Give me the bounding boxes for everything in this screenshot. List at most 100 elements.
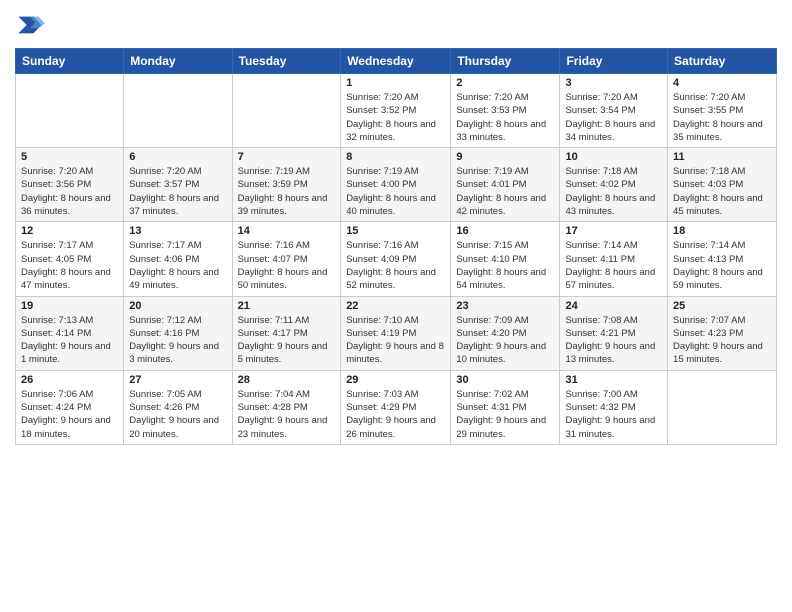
logo: [15, 10, 49, 40]
day-number: 7: [238, 151, 336, 163]
day-info: Sunrise: 7:20 AM Sunset: 3:54 PM Dayligh…: [565, 91, 662, 144]
day-number: 11: [673, 151, 771, 163]
day-number: 16: [456, 225, 554, 237]
day-cell: 18 Sunrise: 7:14 AM Sunset: 4:13 PM Dayli…: [668, 222, 777, 296]
day-info: Sunrise: 7:20 AM Sunset: 3:53 PM Dayligh…: [456, 91, 554, 144]
day-number: 8: [346, 151, 445, 163]
page: SundayMondayTuesdayWednesdayThursdayFrid…: [0, 0, 792, 612]
week-row-5: 26 Sunrise: 7:06 AM Sunset: 4:24 PM Dayli…: [16, 370, 777, 444]
day-info: Sunrise: 7:13 AM Sunset: 4:14 PM Dayligh…: [21, 314, 118, 367]
day-cell: 6 Sunrise: 7:20 AM Sunset: 3:57 PM Daylig…: [124, 148, 232, 222]
day-cell: 3 Sunrise: 7:20 AM Sunset: 3:54 PM Daylig…: [560, 74, 668, 148]
day-info: Sunrise: 7:16 AM Sunset: 4:07 PM Dayligh…: [238, 239, 336, 292]
day-number: 14: [238, 225, 336, 237]
day-info: Sunrise: 7:19 AM Sunset: 4:00 PM Dayligh…: [346, 165, 445, 218]
day-cell: 31 Sunrise: 7:00 AM Sunset: 4:32 PM Dayli…: [560, 370, 668, 444]
day-number: 28: [238, 374, 336, 386]
day-cell: 9Sunrise: 7:19 AM Sunset: 4:01 PM Daylig…: [451, 148, 560, 222]
day-cell: 24Sunrise: 7:08 AM Sunset: 4:21 PM Dayli…: [560, 296, 668, 370]
day-info: Sunrise: 7:18 AM Sunset: 4:02 PM Dayligh…: [565, 165, 662, 218]
day-number: 22: [346, 300, 445, 312]
day-number: 15: [346, 225, 445, 237]
day-info: Sunrise: 7:15 AM Sunset: 4:10 PM Dayligh…: [456, 239, 554, 292]
day-number: 20: [129, 300, 226, 312]
day-info: Sunrise: 7:17 AM Sunset: 4:06 PM Dayligh…: [129, 239, 226, 292]
day-info: Sunrise: 7:05 AM Sunset: 4:26 PM Dayligh…: [129, 388, 226, 441]
day-cell: 17 Sunrise: 7:14 AM Sunset: 4:11 PM Dayli…: [560, 222, 668, 296]
day-info: Sunrise: 7:20 AM Sunset: 3:55 PM Dayligh…: [673, 91, 771, 144]
day-cell: 22 Sunrise: 7:10 AM Sunset: 4:19 PM Dayli…: [341, 296, 451, 370]
weekday-tuesday: Tuesday: [232, 49, 341, 74]
day-cell: 16 Sunrise: 7:15 AM Sunset: 4:10 PM Dayli…: [451, 222, 560, 296]
day-number: 26: [21, 374, 118, 386]
header: [15, 10, 777, 40]
day-number: 18: [673, 225, 771, 237]
day-cell: 7 Sunrise: 7:19 AM Sunset: 3:59 PM Daylig…: [232, 148, 341, 222]
day-info: Sunrise: 7:02 AM Sunset: 4:31 PM Dayligh…: [456, 388, 554, 441]
day-info: Sunrise: 7:14 AM Sunset: 4:11 PM Dayligh…: [565, 239, 662, 292]
day-cell: 15 Sunrise: 7:16 AM Sunset: 4:09 PM Dayli…: [341, 222, 451, 296]
day-cell: 20 Sunrise: 7:12 AM Sunset: 4:16 PM Dayli…: [124, 296, 232, 370]
day-cell: 25 Sunrise: 7:07 AM Sunset: 4:23 PM Dayli…: [668, 296, 777, 370]
weekday-header-row: SundayMondayTuesdayWednesdayThursdayFrid…: [16, 49, 777, 74]
day-number: 6: [129, 151, 226, 163]
day-cell: [124, 74, 232, 148]
day-number: 19: [21, 300, 118, 312]
day-number: 25: [673, 300, 771, 312]
day-number: 3: [565, 77, 662, 89]
day-cell: 11 Sunrise: 7:18 AM Sunset: 4:03 PM Dayli…: [668, 148, 777, 222]
day-number: 29: [346, 374, 445, 386]
day-info: Sunrise: 7:07 AM Sunset: 4:23 PM Dayligh…: [673, 314, 771, 367]
week-row-3: 12Sunrise: 7:17 AM Sunset: 4:05 PM Dayli…: [16, 222, 777, 296]
day-info: Sunrise: 7:10 AM Sunset: 4:19 PM Dayligh…: [346, 314, 445, 367]
day-cell: [232, 74, 341, 148]
day-info: Sunrise: 7:00 AM Sunset: 4:32 PM Dayligh…: [565, 388, 662, 441]
weekday-wednesday: Wednesday: [341, 49, 451, 74]
day-info: Sunrise: 7:09 AM Sunset: 4:20 PM Dayligh…: [456, 314, 554, 367]
day-cell: 5 Sunrise: 7:20 AM Sunset: 3:56 PM Daylig…: [16, 148, 124, 222]
day-number: 31: [565, 374, 662, 386]
day-info: Sunrise: 7:14 AM Sunset: 4:13 PM Dayligh…: [673, 239, 771, 292]
day-cell: 1Sunrise: 7:20 AM Sunset: 3:52 PM Daylig…: [341, 74, 451, 148]
day-cell: 21 Sunrise: 7:11 AM Sunset: 4:17 PM Dayli…: [232, 296, 341, 370]
day-info: Sunrise: 7:19 AM Sunset: 4:01 PM Dayligh…: [456, 165, 554, 218]
weekday-saturday: Saturday: [668, 49, 777, 74]
day-cell: 29 Sunrise: 7:03 AM Sunset: 4:29 PM Dayli…: [341, 370, 451, 444]
day-number: 27: [129, 374, 226, 386]
day-number: 21: [238, 300, 336, 312]
day-info: Sunrise: 7:06 AM Sunset: 4:24 PM Dayligh…: [21, 388, 118, 441]
day-info: Sunrise: 7:11 AM Sunset: 4:17 PM Dayligh…: [238, 314, 336, 367]
day-info: Sunrise: 7:04 AM Sunset: 4:28 PM Dayligh…: [238, 388, 336, 441]
day-info: Sunrise: 7:08 AM Sunset: 4:21 PM Dayligh…: [565, 314, 662, 367]
day-cell: 2 Sunrise: 7:20 AM Sunset: 3:53 PM Daylig…: [451, 74, 560, 148]
week-row-4: 19 Sunrise: 7:13 AM Sunset: 4:14 PM Dayli…: [16, 296, 777, 370]
day-info: Sunrise: 7:03 AM Sunset: 4:29 PM Dayligh…: [346, 388, 445, 441]
day-cell: 19 Sunrise: 7:13 AM Sunset: 4:14 PM Dayli…: [16, 296, 124, 370]
day-info: Sunrise: 7:12 AM Sunset: 4:16 PM Dayligh…: [129, 314, 226, 367]
day-info: Sunrise: 7:20 AM Sunset: 3:57 PM Dayligh…: [129, 165, 226, 218]
day-info: Sunrise: 7:17 AM Sunset: 4:05 PM Dayligh…: [21, 239, 118, 292]
week-row-1: 1Sunrise: 7:20 AM Sunset: 3:52 PM Daylig…: [16, 74, 777, 148]
day-number: 2: [456, 77, 554, 89]
day-cell: 26 Sunrise: 7:06 AM Sunset: 4:24 PM Dayli…: [16, 370, 124, 444]
day-number: 5: [21, 151, 118, 163]
day-number: 1: [346, 77, 445, 89]
weekday-thursday: Thursday: [451, 49, 560, 74]
day-number: 17: [565, 225, 662, 237]
day-info: Sunrise: 7:18 AM Sunset: 4:03 PM Dayligh…: [673, 165, 771, 218]
day-number: 13: [129, 225, 226, 237]
day-number: 23: [456, 300, 554, 312]
day-number: 30: [456, 374, 554, 386]
day-info: Sunrise: 7:19 AM Sunset: 3:59 PM Dayligh…: [238, 165, 336, 218]
day-cell: [16, 74, 124, 148]
day-number: 10: [565, 151, 662, 163]
day-cell: 13 Sunrise: 7:17 AM Sunset: 4:06 PM Dayli…: [124, 222, 232, 296]
day-cell: 8 Sunrise: 7:19 AM Sunset: 4:00 PM Daylig…: [341, 148, 451, 222]
weekday-friday: Friday: [560, 49, 668, 74]
day-info: Sunrise: 7:20 AM Sunset: 3:56 PM Dayligh…: [21, 165, 118, 218]
day-cell: 10 Sunrise: 7:18 AM Sunset: 4:02 PM Dayli…: [560, 148, 668, 222]
day-info: Sunrise: 7:16 AM Sunset: 4:09 PM Dayligh…: [346, 239, 445, 292]
day-cell: [668, 370, 777, 444]
calendar-table: SundayMondayTuesdayWednesdayThursdayFrid…: [15, 48, 777, 445]
day-cell: 12Sunrise: 7:17 AM Sunset: 4:05 PM Dayli…: [16, 222, 124, 296]
